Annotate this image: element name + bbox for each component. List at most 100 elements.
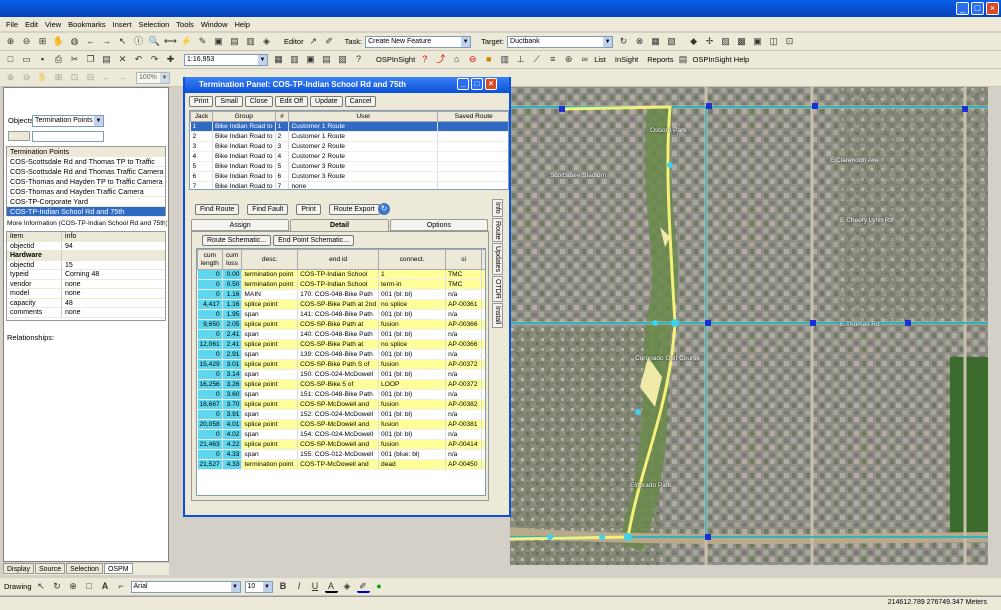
menu-tools[interactable]: Tools — [176, 20, 194, 29]
hyperlink-icon[interactable]: ⚡ — [180, 35, 193, 48]
list-item[interactable]: COS-TP-Corporate Yard — [7, 197, 165, 207]
reports-menu[interactable]: Reports — [647, 55, 673, 64]
route-row[interactable]: 15,429 3.01 splice point COS-SP-Bike Path S… — [197, 359, 485, 370]
add-data-icon[interactable]: ✚ — [164, 53, 177, 66]
layout-fixed-icon[interactable]: ⊡ — [68, 71, 81, 84]
side-tab-info[interactable]: Info — [492, 199, 503, 217]
undo-icon[interactable]: ↶ — [132, 53, 145, 66]
menu-bookmarks[interactable]: Bookmarks — [68, 20, 106, 29]
link-icon[interactable]: ∞ — [578, 53, 591, 66]
find-fault-button[interactable]: Find Fault — [247, 204, 289, 215]
italic-icon[interactable]: I — [293, 580, 306, 593]
font-size-select[interactable]: 10 ▼ — [244, 580, 273, 593]
route-row[interactable]: 0 3.14 span 150: COS-024-McDowell 001 (bl: b… — [197, 369, 485, 380]
layout-fixed2-icon[interactable]: ⊟ — [84, 71, 97, 84]
layout-fwd-icon[interactable]: → — [116, 71, 129, 84]
cable-icon[interactable]: ⟋ — [530, 53, 543, 66]
tool3-icon[interactable]: ▤ — [228, 35, 241, 48]
ospinsight-button[interactable]: OSPInSight — [376, 55, 415, 64]
target-select[interactable]: Ductbank ▼ — [507, 35, 614, 48]
menu-help[interactable]: Help — [235, 20, 250, 29]
small-button[interactable]: Small — [215, 96, 243, 107]
tab-ospm[interactable]: OSPM — [103, 563, 133, 574]
side-tab-otdr[interactable]: OTDR — [492, 276, 503, 303]
scale-select[interactable]: 1:16,953 ▼ — [184, 53, 268, 66]
globe-icon[interactable]: ◍ — [68, 35, 81, 48]
print-button[interactable]: Print — [189, 96, 214, 107]
jack-row[interactable]: 3 Bike Indian Road to 3 Customer 2 Route — [190, 141, 508, 152]
end-point-schematic-button[interactable]: End Point Schematic... — [273, 235, 354, 246]
route-row[interactable]: 12,061 2.41 splice point COS-SP-Bike Path a… — [197, 339, 485, 350]
update-button[interactable]: Update — [310, 96, 343, 107]
drawing-menu[interactable]: Drawing — [4, 582, 32, 591]
objects-select[interactable]: Termination Points ▼ — [32, 115, 104, 127]
select-elements-icon[interactable]: ↖ — [35, 580, 48, 593]
panel-minimize-button[interactable]: _ — [457, 78, 469, 90]
layout-zoom-out-icon[interactable]: ⊖ — [20, 71, 33, 84]
panel-maximize-button[interactable]: □ — [471, 78, 483, 90]
underline-icon[interactable]: U — [309, 580, 322, 593]
identify-icon[interactable]: ⓘ — [132, 35, 145, 48]
edit-tool2-icon[interactable]: ↻ — [617, 35, 630, 48]
cut-icon[interactable]: ✂ — [68, 53, 81, 66]
list-item[interactable]: COS-Scottsdale Rd and Thomas Traffic Cam… — [7, 167, 165, 177]
list-item[interactable]: COS-Thomas and Hayden Traffic Camera — [7, 187, 165, 197]
close-window-button[interactable]: × — [986, 2, 999, 15]
square-icon[interactable]: ■ — [482, 53, 495, 66]
jack-row[interactable]: 7 Bike Indian Road to 7 none — [190, 181, 508, 189]
copy-icon[interactable]: ❐ — [84, 53, 97, 66]
map-canvas[interactable] — [510, 87, 988, 565]
topology4-icon[interactable]: ▩ — [735, 35, 748, 48]
help-icon[interactable]: ? — [352, 53, 365, 66]
side-tab-route[interactable]: Route — [492, 217, 503, 243]
toolbox-icon[interactable]: ▣ — [304, 53, 317, 66]
no-entry-icon[interactable]: ⊖ — [466, 53, 479, 66]
minimize-button[interactable]: _ — [956, 2, 969, 15]
topology2-icon[interactable]: ✢ — [703, 35, 716, 48]
cmd-icon[interactable]: ▤ — [320, 53, 333, 66]
new-icon[interactable]: □ — [4, 53, 17, 66]
sketch-icon[interactable]: ✐ — [323, 35, 336, 48]
save-icon[interactable]: ▪ — [36, 53, 49, 66]
select-icon[interactable]: ↖ — [116, 35, 129, 48]
jack-row[interactable]: 5 Bike Indian Road to 5 Customer 3 Route — [190, 161, 508, 172]
route-row[interactable]: 21,463 4.22 splice point COS-SP-McDowell an… — [197, 439, 485, 450]
route-row[interactable]: 0 4.33 span 155: COS-012-McDowell 001 (blue:… — [197, 449, 485, 460]
zoom-selected-icon[interactable]: ⊕ — [67, 580, 80, 593]
tool-icon[interactable]: ✎ — [196, 35, 209, 48]
route-row[interactable]: 16,256 3.26 splice point COS-SP-Bike 5 of LO… — [197, 379, 485, 390]
trace-icon[interactable]: ⤴ — [434, 53, 447, 66]
topology7-icon[interactable]: ⊡ — [783, 35, 796, 48]
building-icon[interactable]: ▥ — [498, 53, 511, 66]
side-tab-updates[interactable]: Updates — [492, 243, 503, 276]
layout-zoom-in-icon[interactable]: ⊕ — [4, 71, 17, 84]
redo-icon[interactable]: ↷ — [148, 53, 161, 66]
topology-icon[interactable]: ◆ — [687, 35, 700, 48]
editor-menu[interactable]: Editor — [284, 37, 304, 46]
route-row[interactable]: 0 0.00 termination point COS-TP-Indian Scho… — [197, 269, 485, 280]
route-row[interactable]: 18,667 3.70 splice point COS-SP-McDowell an… — [197, 399, 485, 410]
edit-tool-icon[interactable]: ↗ — [307, 35, 320, 48]
print-icon[interactable]: ⎙ — [52, 53, 65, 66]
route-schematic-button[interactable]: Route Schematic... — [202, 235, 272, 246]
font-select[interactable]: Arial ▼ — [130, 580, 241, 593]
route-row[interactable]: 0 1.95 span 141: COS-048-Bike Path 001 (bl: … — [197, 309, 485, 320]
topology6-icon[interactable]: ◫ — [767, 35, 780, 48]
catalog-icon[interactable]: ▥ — [288, 53, 301, 66]
tab-display[interactable]: Display — [3, 563, 34, 574]
tab-detail[interactable]: Detail — [290, 219, 389, 231]
route-row[interactable]: 0 3.91 span 152: COS-024-McDowell 001 (bl: b… — [197, 409, 485, 420]
tab-options[interactable]: Options — [389, 219, 488, 231]
map-view[interactable]: E Thomas Rd Coronado Golf Course Eldorado … — [510, 87, 988, 565]
maximize-button[interactable]: □ — [971, 2, 984, 15]
cancel-button[interactable]: Cancel — [344, 96, 377, 107]
jack-row[interactable]: 2 Bike Indian Road to 2 Customer 1 Route — [190, 131, 508, 142]
edit-vertices-icon[interactable]: ⌐ — [115, 580, 128, 593]
filter-input[interactable] — [32, 131, 104, 142]
tab-selection[interactable]: Selection — [66, 563, 103, 574]
task-select[interactable]: Create New Feature ▼ — [365, 35, 472, 48]
jack-row[interactable]: 6 Bike Indian Road to 6 Customer 3 Route — [190, 171, 508, 182]
open-icon[interactable]: ▭ — [20, 53, 33, 66]
tool5-icon[interactable]: ◈ — [260, 35, 273, 48]
bold-icon[interactable]: B — [277, 580, 290, 593]
